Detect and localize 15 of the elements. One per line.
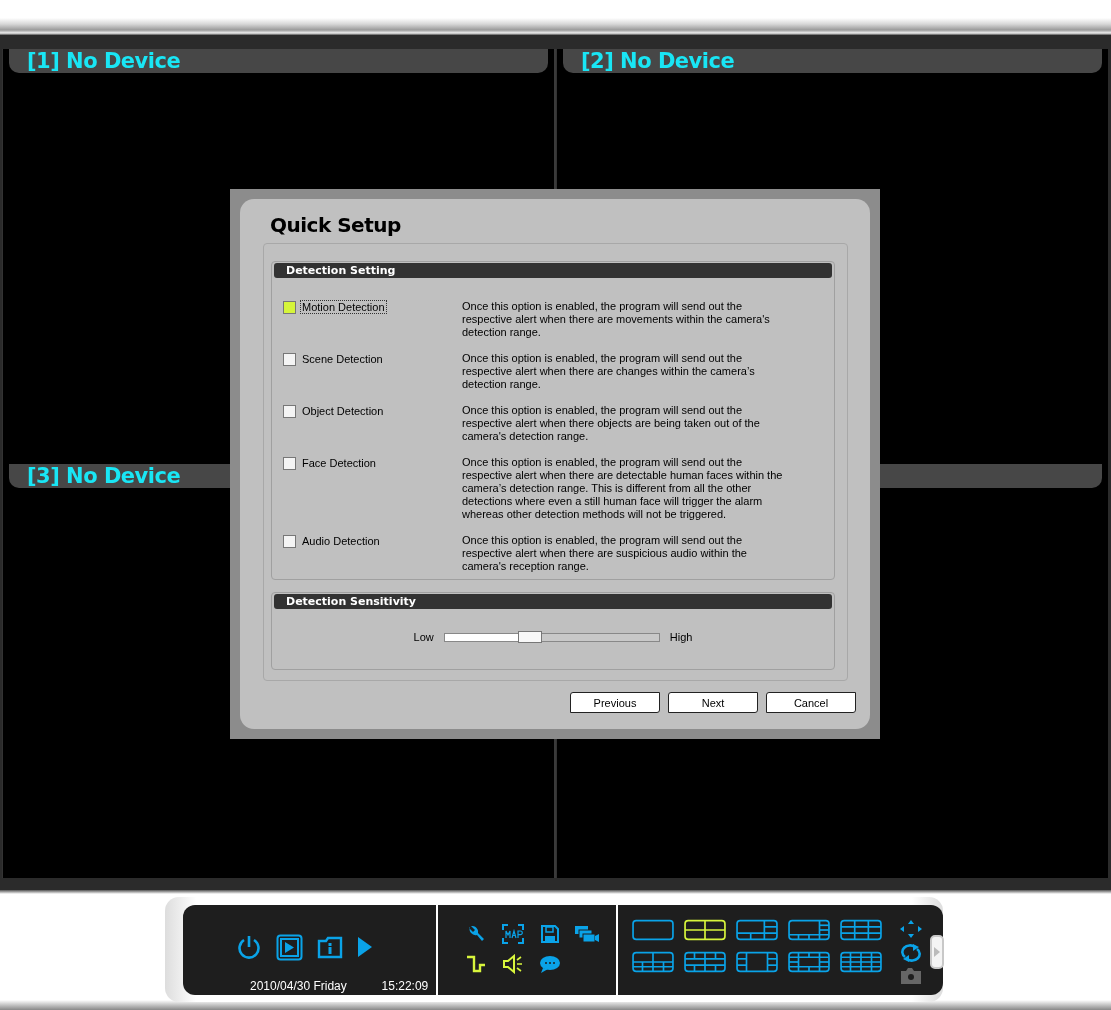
option-description: Once this option is enabled, the program will send out the respective alert when there are changes within the camera’s detection range. [462, 352, 756, 391]
date-text: 2010/04/30 Friday [250, 979, 347, 993]
option-description: Once this option is enabled, the program will send out the respective alert when there are suspicious audio within the camera's reception range. [462, 534, 748, 573]
pane-title: [1] No Device [27, 49, 181, 73]
option-description: Once this option is enabled, the program will send out the respective alert when there are movements within the camera's detection range. [462, 300, 771, 339]
pane-title: [3] No Device [27, 463, 181, 488]
option-description: Once this option is enabled, the program will send out the respective alert when there objects are being taken out of the camera's detection range. [462, 404, 761, 443]
option-description: Once this option is enabled, the program will send out the respective alert when there are detectable human faces within the camera’s detection range. This is different from all the other detections where even a still human face will trigger the alarm whereas other detection methods will not be triggered. [462, 456, 784, 521]
time-text: 15:22:09 [381, 979, 429, 993]
section-header: Detection Setting [274, 263, 832, 278]
slider-min-label: Low [413, 631, 434, 643]
pane-title: [2] No Device [581, 49, 735, 73]
dialog-title: Quick Setup [270, 213, 402, 237]
slider-max-label: High [669, 631, 693, 643]
section-header: Detection Sensitivity [274, 594, 832, 609]
